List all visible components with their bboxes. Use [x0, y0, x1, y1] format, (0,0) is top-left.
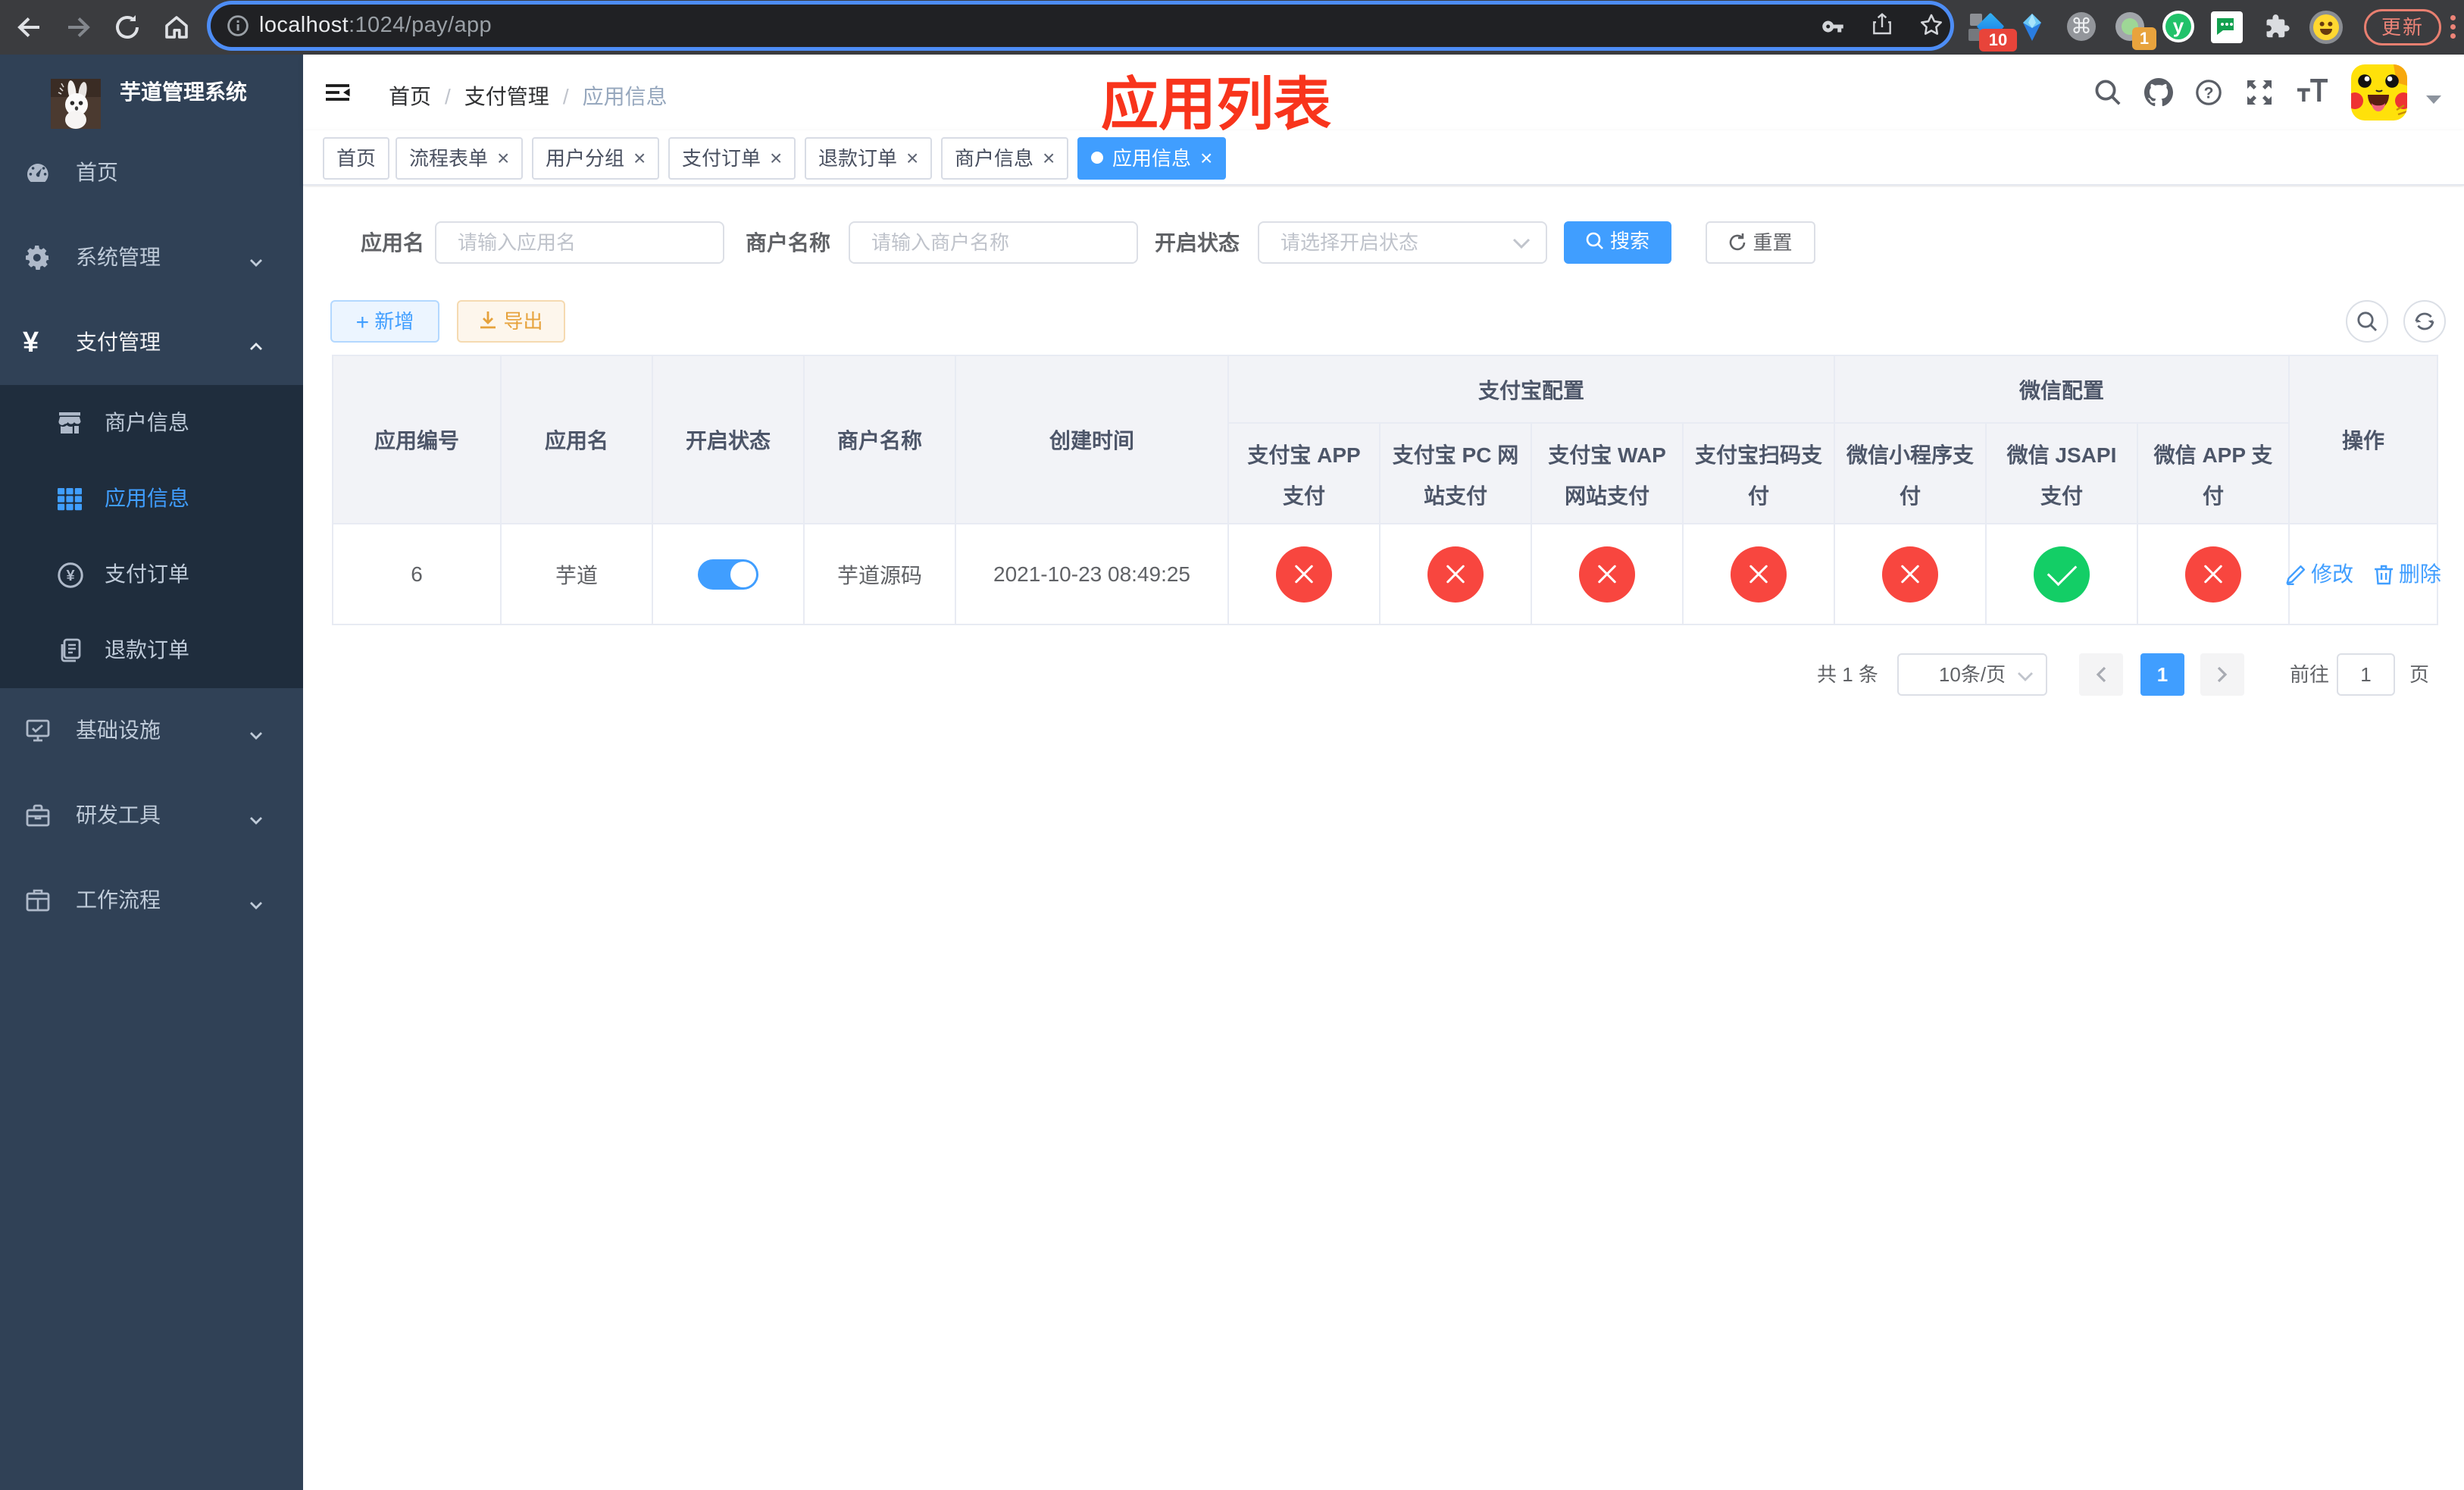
svg-text:?: ?: [2204, 84, 2214, 102]
svg-text:¥: ¥: [66, 568, 75, 584]
